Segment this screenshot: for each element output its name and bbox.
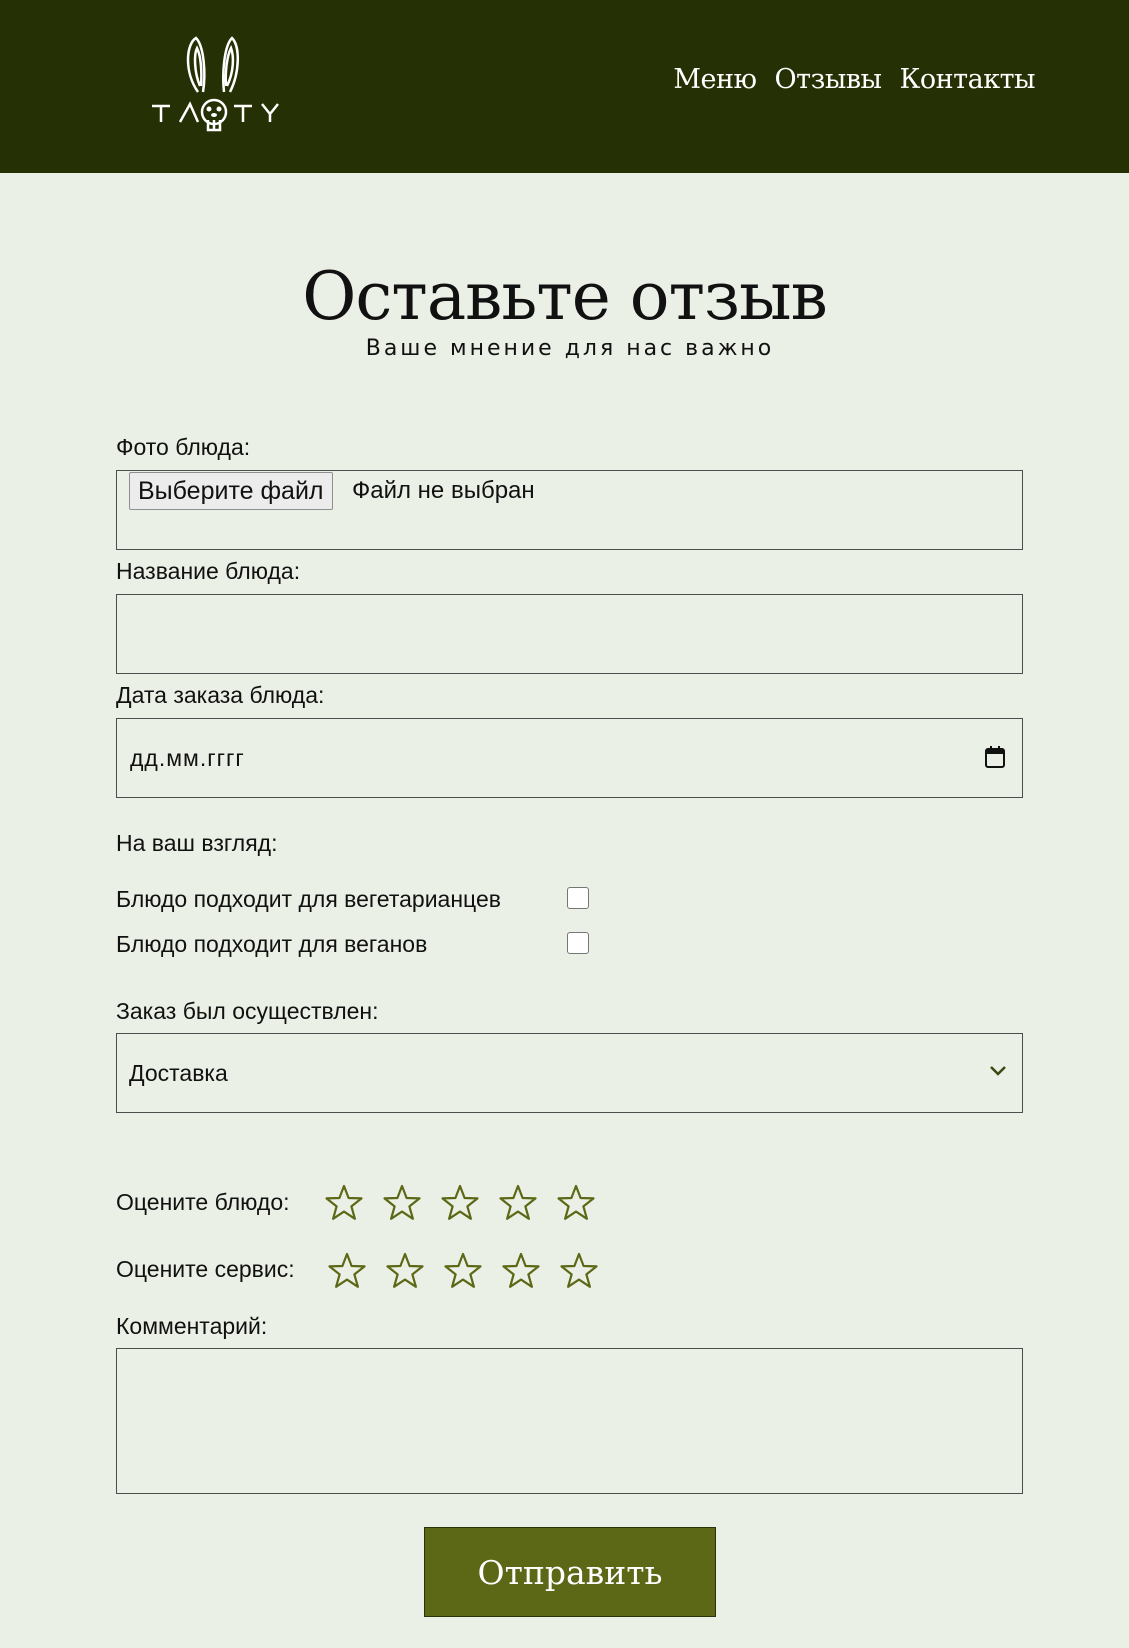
rabbit-logo-icon [152,36,279,132]
star-outline-icon[interactable] [498,1183,538,1223]
star-outline-icon[interactable] [443,1251,483,1291]
comment-textarea[interactable] [117,1349,1022,1493]
order-type-label: Заказ был осуществлен: [116,998,379,1024]
dish-rating-stars [324,1183,596,1223]
photo-upload-field: Выберите файл Файл не выбран [116,470,1023,550]
page-subtitle: Ваше мнение для нас важно [365,336,775,361]
comment-field [116,1348,1023,1494]
photo-label: Фото блюда: [116,434,251,460]
order-type-select[interactable]: Доставка [116,1033,1023,1113]
order-date-input[interactable]: дд.мм.гггг [116,718,1023,798]
service-rating-label: Оцените сервис: [116,1256,295,1282]
vegetarian-option-label: Блюдо подходит для вегетарианцев [116,886,501,912]
star-outline-icon[interactable] [324,1183,364,1223]
star-outline-icon[interactable] [559,1251,599,1291]
submit-button[interactable]: Отправить [424,1527,716,1617]
star-outline-icon[interactable] [385,1251,425,1291]
star-outline-icon[interactable] [556,1183,596,1223]
page-title: Оставьте отзыв [302,258,828,335]
vegan-checkbox[interactable] [567,932,589,954]
dish-name-input[interactable] [117,595,1022,673]
vegetarian-checkbox[interactable] [567,887,589,909]
dish-rating-label: Оцените блюдо: [116,1189,290,1215]
comment-label: Комментарий: [116,1313,268,1339]
star-outline-icon[interactable] [440,1183,480,1223]
nav-link-menu[interactable]: Меню [673,64,757,95]
order-type-selected-value: Доставка [129,1060,228,1086]
dish-name-field [116,594,1023,674]
service-rating-stars [327,1251,599,1291]
main-nav: Меню Отзывы Контакты [673,64,1035,95]
star-outline-icon[interactable] [501,1251,541,1291]
site-header: Меню Отзывы Контакты [0,0,1129,173]
tasty-logo[interactable] [148,36,288,134]
star-outline-icon[interactable] [382,1183,422,1223]
nav-link-contacts[interactable]: Контакты [900,64,1036,95]
opinion-label: На ваш взгляд: [116,830,278,856]
dish-name-label: Название блюда: [116,558,301,584]
calendar-icon[interactable] [984,745,1006,769]
order-date-label: Дата заказа блюда: [116,682,325,708]
nav-link-reviews[interactable]: Отзывы [775,64,882,95]
date-placeholder: дд.мм.гггг [130,745,245,771]
star-outline-icon[interactable] [327,1251,367,1291]
choose-file-button[interactable]: Выберите файл [129,472,333,510]
vegan-option-label: Блюдо подходит для веганов [116,931,428,957]
chevron-down-icon [990,1066,1006,1076]
file-status-text: Файл не выбран [352,477,535,504]
